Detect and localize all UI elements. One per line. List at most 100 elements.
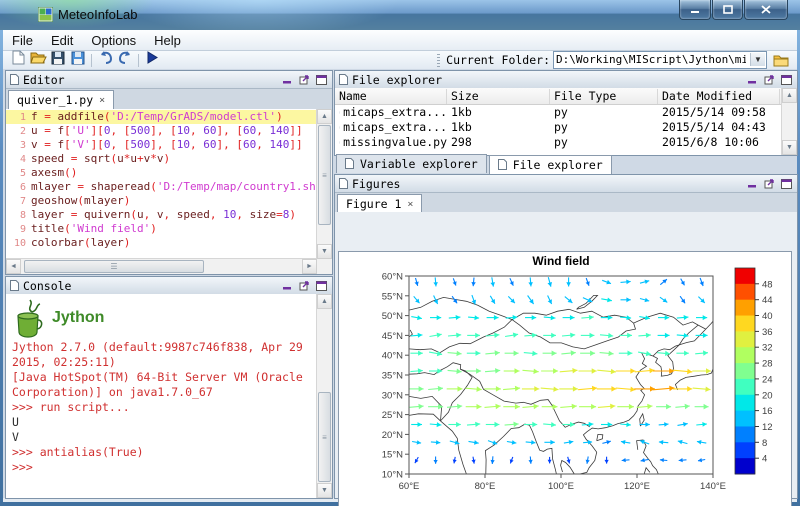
panel-maximize-icon[interactable] — [780, 74, 793, 86]
console-vscroll-thumb[interactable]: ≡ — [318, 392, 331, 482]
window-maximize-button[interactable] — [712, 0, 743, 20]
menu-item-edit[interactable]: Edit — [42, 31, 82, 50]
panel-minimize-icon[interactable] — [746, 74, 759, 86]
panel-float-icon[interactable] — [763, 74, 776, 86]
app-icon — [38, 7, 53, 22]
save-all-button[interactable] — [68, 52, 88, 69]
window-close-button[interactable] — [744, 0, 788, 20]
tab-close-icon[interactable]: × — [99, 95, 105, 106]
console-panel-header[interactable]: Console — [6, 277, 332, 295]
panel-float-icon[interactable] — [298, 74, 311, 86]
menu-item-options[interactable]: Options — [82, 31, 145, 50]
scroll-right-icon[interactable]: ► — [302, 259, 317, 274]
dock-tab-file-explorer[interactable]: File explorer — [489, 155, 612, 174]
code-line[interactable]: 6mlayer = shaperead('D:/Temp/map/country… — [6, 180, 317, 194]
svg-text:15°N: 15°N — [382, 450, 403, 461]
panel-minimize-icon[interactable] — [746, 178, 759, 190]
save-icon — [51, 51, 65, 70]
svg-text:12: 12 — [762, 422, 773, 433]
file-table: NameSizeFile TypeDate Modified micaps_ex… — [335, 88, 782, 155]
panel-minimize-icon[interactable] — [281, 74, 294, 86]
file-row[interactable]: micaps_extra...1kbpy2015/5/14 04:43 — [335, 120, 782, 135]
code-editor[interactable]: 1f = addfile('D:/Temp/GrADS/model.ctl')2… — [6, 109, 332, 274]
line-number: 1 — [6, 111, 31, 125]
column-header-file-type[interactable]: File Type — [550, 89, 658, 104]
code-line[interactable]: 4speed = sqrt(u*u+v*v) — [6, 152, 317, 166]
chevron-down-icon[interactable]: ▼ — [750, 53, 765, 66]
tab-close-icon[interactable]: × — [407, 199, 413, 210]
scroll-down-icon[interactable]: ▼ — [782, 140, 797, 155]
file-name: missingvalue.py — [343, 135, 447, 150]
title-bar[interactable]: MeteoInfoLab — [0, 0, 800, 30]
document-icon — [345, 158, 354, 169]
open-folder-button[interactable] — [28, 52, 48, 69]
file-type: py — [550, 105, 658, 120]
panel-maximize-icon[interactable] — [315, 280, 328, 292]
editor-hscroll-thumb[interactable]: ☰ — [24, 260, 204, 273]
figure-canvas[interactable]: Wind field10°N15°N20°N25°N30°N35°N40°N45… — [338, 251, 792, 506]
console-output[interactable]: Jython Jython 2.7.0 (default:9987c746f83… — [6, 294, 332, 498]
redo-button[interactable] — [115, 52, 135, 69]
scroll-down-icon[interactable]: ▼ — [317, 244, 332, 259]
file-table-header[interactable]: NameSizeFile TypeDate Modified — [335, 88, 782, 105]
panel-maximize-icon[interactable] — [315, 74, 328, 86]
save-button[interactable] — [48, 52, 68, 69]
column-header-date-modified[interactable]: Date Modified — [658, 89, 780, 104]
current-folder-combobox[interactable]: ▼ — [553, 51, 767, 69]
figure-tab-label: Figure 1 — [346, 197, 401, 211]
open-folder-icon — [30, 51, 47, 69]
code-line[interactable]: 10colorbar(layer) — [6, 236, 317, 250]
code-line[interactable]: 8layer = quivern(u, v, speed, 10, size=8… — [6, 208, 317, 222]
scroll-left-icon[interactable]: ◄ — [6, 259, 21, 274]
menu-item-file[interactable]: File — [3, 31, 42, 50]
svg-text:28: 28 — [762, 359, 773, 370]
redo-icon — [118, 51, 133, 69]
editor-hscrollbar[interactable]: ◄ ► ☰ — [6, 258, 317, 274]
window-minimize-button[interactable] — [679, 0, 711, 20]
window-title: MeteoInfoLab — [58, 7, 138, 22]
panel-float-icon[interactable] — [298, 280, 311, 292]
code-line[interactable]: 9title('Wind field') — [6, 222, 317, 236]
save-all-icon — [71, 51, 85, 70]
new-file-button[interactable] — [8, 52, 28, 69]
column-header-size[interactable]: Size — [447, 89, 550, 104]
code-line[interactable]: 2u = f['U'][0, [500], [10, 60], [60, 140… — [6, 124, 317, 138]
run-script-button[interactable] — [142, 52, 162, 69]
line-number: 4 — [6, 153, 31, 167]
editor-vscroll-thumb[interactable]: ≡ — [318, 125, 331, 225]
panel-minimize-icon[interactable] — [281, 280, 294, 292]
code-line[interactable]: 1f = addfile('D:/Temp/GrADS/model.ctl') — [6, 110, 317, 124]
column-header-name[interactable]: Name — [335, 89, 447, 104]
file-table-vscrollbar[interactable]: ▲ ▼ — [781, 88, 797, 155]
editor-vscrollbar[interactable]: ▲ ▼ ≡ — [316, 109, 332, 259]
svg-text:40: 40 — [762, 311, 773, 322]
browse-folder-button[interactable] — [771, 52, 791, 69]
menu-item-help[interactable]: Help — [145, 31, 190, 50]
figures-panel-header[interactable]: Figures — [335, 175, 797, 193]
svg-text:25°N: 25°N — [382, 410, 403, 421]
dock-tab-variable-explorer[interactable]: Variable explorer — [336, 154, 487, 173]
figure-tab[interactable]: Figure 1 × — [337, 194, 422, 214]
scroll-up-icon[interactable]: ▲ — [782, 88, 797, 103]
file-size: 1kb — [447, 120, 550, 135]
scroll-down-icon[interactable]: ▼ — [317, 483, 332, 498]
code-line[interactable]: 7geoshow(mlayer) — [6, 194, 317, 208]
scroll-up-icon[interactable]: ▲ — [317, 109, 332, 124]
scroll-up-icon[interactable]: ▲ — [317, 294, 332, 309]
svg-text:44: 44 — [762, 295, 773, 306]
code-line[interactable]: 5axesm() — [6, 166, 317, 180]
undo-button[interactable] — [95, 52, 115, 69]
file-type: py — [550, 135, 658, 150]
editor-tab[interactable]: quiver_1.py × — [8, 90, 114, 110]
file-row[interactable]: micaps_extra...1kbpy2015/5/14 09:58 — [335, 105, 782, 120]
console-vscrollbar[interactable]: ▲ ▼ ≡ — [316, 294, 332, 498]
editor-panel-header[interactable]: Editor — [6, 71, 332, 89]
panel-float-icon[interactable] — [763, 178, 776, 190]
code-line[interactable]: 3v = f['V'][0, [500], [10, 60], [60, 140… — [6, 138, 317, 152]
file-row[interactable]: missingvalue.py298py2015/6/8 10:06 — [335, 135, 782, 150]
current-folder-input[interactable] — [556, 52, 746, 66]
file-explorer-header[interactable]: File explorer — [335, 71, 797, 89]
console-line: >>> antialias(True) — [12, 445, 308, 460]
panel-maximize-icon[interactable] — [780, 178, 793, 190]
line-number: 9 — [6, 223, 31, 237]
